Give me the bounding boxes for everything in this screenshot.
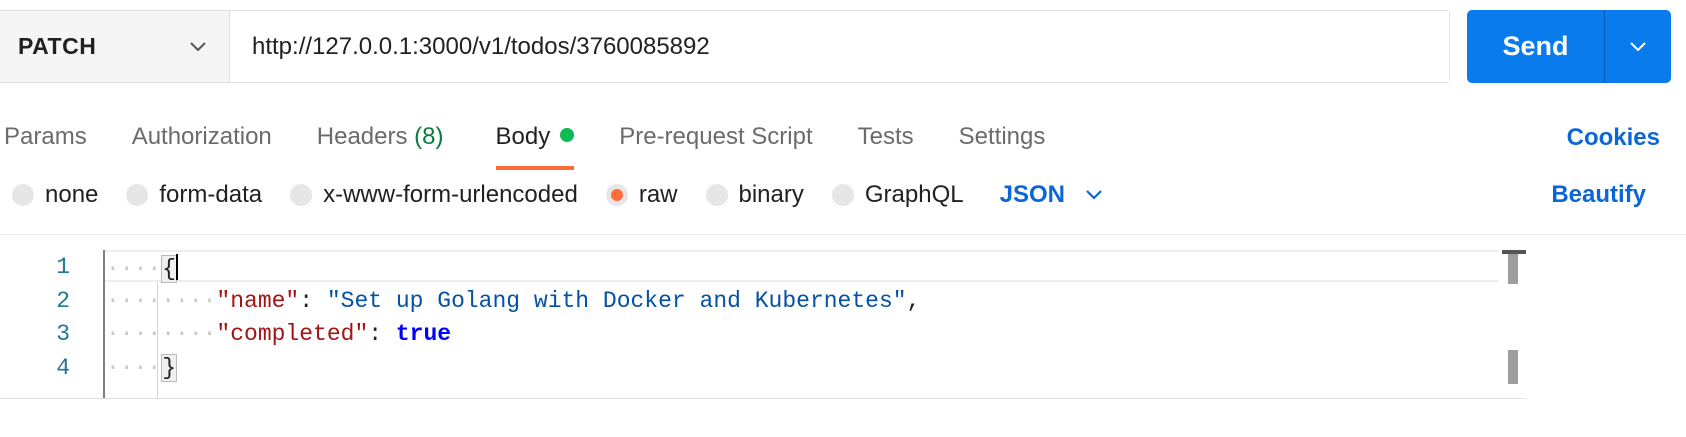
json-bool-value: true — [395, 321, 452, 347]
radio-none[interactable]: none — [12, 181, 98, 209]
tab-tests[interactable]: Tests — [858, 110, 914, 157]
code-line-4: ····} — [106, 354, 178, 382]
json-comma: , — [906, 288, 921, 314]
chevron-down-icon — [1086, 190, 1102, 200]
send-button-group: Send — [1467, 10, 1671, 83]
code-line-3: ········"completed": true — [106, 321, 452, 347]
radio-raw[interactable]: raw — [605, 181, 678, 209]
tab-label: Settings — [958, 123, 1046, 150]
json-colon: : — [368, 321, 396, 347]
language-dropdown[interactable]: JSON — [1000, 181, 1103, 209]
request-url-bar: PATCH — [0, 10, 1450, 83]
body-status-dot — [560, 128, 575, 142]
radio-circle — [12, 184, 34, 206]
tab-label: Tests — [857, 123, 914, 150]
radio-circle-selected — [605, 184, 628, 206]
code-line-2: ········"name": "Set up Golang with Dock… — [106, 288, 921, 314]
tab-body[interactable]: Body — [495, 110, 575, 170]
radio-label: binary — [738, 181, 804, 208]
editor-gutter: 1 2 3 4 — [0, 250, 105, 398]
text-cursor — [176, 254, 179, 280]
chevron-down-icon — [190, 41, 206, 51]
cookies-link[interactable]: Cookies — [1567, 124, 1660, 152]
tab-label: Body — [495, 123, 551, 150]
line-number: 2 — [56, 288, 70, 314]
radio-label: raw — [638, 181, 678, 208]
tab-label: Authorization — [131, 123, 272, 150]
json-colon: : — [299, 288, 327, 314]
editor-scrollbar[interactable] — [1500, 250, 1526, 398]
code-line-1: ····{ — [106, 254, 179, 283]
language-label: JSON — [999, 181, 1065, 208]
send-button[interactable]: Send — [1467, 10, 1604, 83]
radio-label: x-www-form-urlencoded — [323, 181, 578, 208]
line-number: 4 — [56, 355, 70, 381]
json-key: "completed" — [216, 321, 369, 347]
url-input[interactable] — [230, 11, 1449, 82]
body-code-editor[interactable]: 1 2 3 4 ····{ ········"name": "Set up Go… — [0, 250, 1526, 399]
scrollbar-thumb[interactable] — [1508, 254, 1518, 284]
line-number: 1 — [56, 254, 70, 280]
radio-label: form-data — [159, 181, 263, 208]
json-string-value: "Set up Golang with Docker and Kubernete… — [326, 288, 907, 314]
radio-x-www-form-urlencoded[interactable]: x-www-form-urlencoded — [290, 181, 578, 209]
tab-settings[interactable]: Settings — [959, 110, 1046, 157]
tab-params[interactable]: Params — [4, 110, 87, 157]
radio-label: none — [45, 181, 99, 208]
request-tabs: Params Authorization Headers (8) Body Pr… — [0, 110, 1045, 170]
radio-binary[interactable]: binary — [705, 181, 804, 209]
method-dropdown[interactable]: PATCH — [0, 11, 230, 82]
tab-headers[interactable]: Headers (8) — [317, 110, 444, 157]
close-brace: } — [161, 354, 178, 382]
open-brace: { — [161, 255, 178, 283]
line-number: 3 — [56, 321, 70, 347]
method-label: PATCH — [18, 33, 97, 59]
headers-count: (8) — [414, 123, 444, 150]
tab-pre-request-script[interactable]: Pre-request Script — [619, 110, 812, 157]
scrollbar-thumb[interactable] — [1508, 350, 1518, 384]
radio-circle — [126, 184, 149, 206]
tab-label: Headers — [316, 123, 408, 150]
radio-circle — [831, 184, 854, 206]
radio-graphql[interactable]: GraphQL — [831, 181, 964, 209]
json-key: "name" — [216, 288, 300, 314]
tab-label: Pre-request Script — [619, 123, 813, 150]
chevron-down-icon — [1630, 41, 1646, 51]
radio-circle — [290, 184, 313, 206]
beautify-button[interactable]: Beautify — [1551, 181, 1646, 209]
tab-authorization[interactable]: Authorization — [132, 110, 272, 157]
radio-form-data[interactable]: form-data — [126, 181, 262, 209]
body-type-selector: none form-data x-www-form-urlencoded raw… — [12, 180, 1103, 210]
send-options-button[interactable] — [1604, 10, 1671, 83]
current-line-highlight — [104, 250, 1499, 282]
radio-label: GraphQL — [864, 181, 964, 208]
radio-circle — [705, 184, 728, 206]
section-divider — [0, 234, 1686, 235]
tab-label: Params — [4, 123, 87, 150]
